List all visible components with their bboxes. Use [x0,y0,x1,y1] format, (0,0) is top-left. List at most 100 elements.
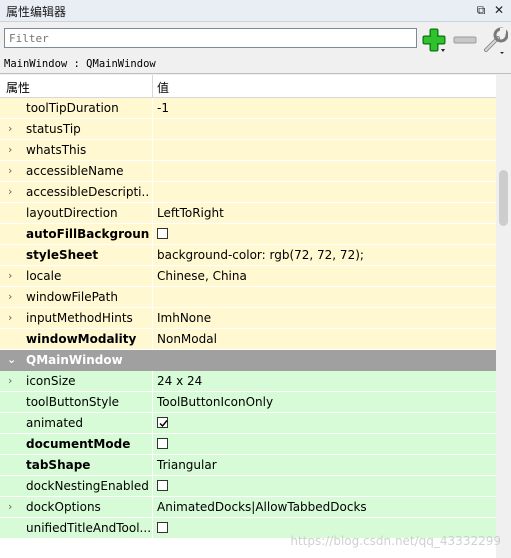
property-row[interactable]: › accessibleDescripti... [0,182,496,203]
column-divider [152,455,153,476]
property-row[interactable]: › windowFilePath [0,287,496,308]
wrench-icon [484,27,509,54]
remove-property-button[interactable] [452,27,478,53]
column-divider [152,98,153,119]
column-divider [152,476,153,497]
property-row[interactable]: › locale Chinese, China [0,266,496,287]
object-class-label: MainWindow : QMainWindow [0,56,511,74]
expand-chevron-icon[interactable]: › [8,311,18,325]
property-checkbox[interactable] [157,417,168,428]
property-name: windowFilePath [26,290,118,304]
property-row[interactable]: › iconSize 24 x 24 [0,371,496,392]
property-value[interactable]: Chinese, China [157,269,247,283]
property-group-header[interactable]: ⌄ QMainWindow [0,350,496,371]
property-name: styleSheet [26,248,99,262]
expand-chevron-icon[interactable]: › [8,269,18,283]
property-name: toolButtonStyle [26,395,120,409]
property-value[interactable]: background-color: rgb(72, 72, 72); [157,248,364,262]
property-row[interactable]: › inputMethodHints ImhNone [0,308,496,329]
dock-title: 属性编辑器 [6,5,67,19]
property-name: toolTipDuration [26,101,119,115]
collapse-chevron-icon[interactable]: ⌄ [7,353,16,366]
property-name: iconSize [26,374,76,388]
property-value[interactable]: LeftToRight [157,206,224,220]
expand-chevron-icon[interactable]: › [8,290,18,304]
property-name: documentMode [26,437,131,451]
property-value[interactable]: AnimatedDocks|AllowTabbedDocks [157,500,367,514]
column-divider [152,392,153,413]
column-divider [152,140,153,161]
expand-chevron-icon[interactable]: › [8,500,18,514]
column-divider [152,119,153,140]
header-value[interactable]: 值 [157,79,169,96]
property-row[interactable]: styleSheet background-color: rgb(72, 72, … [0,245,496,266]
property-name: inputMethodHints [26,311,133,325]
column-divider [152,182,153,203]
vertical-scrollbar[interactable] [496,75,511,558]
property-row[interactable]: dockNestingEnabled [0,476,496,497]
property-name: animated [26,416,84,430]
add-property-button[interactable] [421,27,447,53]
expand-chevron-icon[interactable]: › [8,122,18,136]
expand-chevron-icon[interactable]: › [8,164,18,178]
property-row[interactable]: tabShape Triangular [0,455,496,476]
column-divider [152,518,153,539]
property-checkbox[interactable] [157,522,168,533]
property-value[interactable]: ToolButtonIconOnly [157,395,273,409]
property-name: dockNestingEnabled [26,479,149,493]
float-button[interactable]: ⧉ [474,3,488,17]
property-row[interactable]: toolTipDuration -1 [0,98,496,119]
expand-chevron-icon[interactable]: › [8,374,18,388]
filter-input[interactable] [4,28,417,48]
property-row[interactable]: › accessibleName [0,161,496,182]
header-property[interactable]: 属性 [6,79,30,96]
dropdown-arrow-icon [441,49,445,52]
group-name: QMainWindow [26,353,123,367]
property-row[interactable]: windowModality NonModal [0,329,496,350]
column-divider [152,308,153,329]
column-divider [152,371,153,392]
property-value[interactable]: ImhNone [157,311,211,325]
property-checkbox[interactable] [157,438,168,449]
property-row[interactable]: autoFillBackground [0,224,496,245]
property-value[interactable]: Triangular [157,458,217,472]
property-value[interactable]: NonModal [157,332,217,346]
property-table[interactable]: 属性 值 toolTipDuration -1 › statusTip › whatsTh… [0,75,496,558]
expand-chevron-icon[interactable]: › [8,143,18,157]
property-value[interactable]: 24 x 24 [157,374,202,388]
minus-icon [453,36,477,44]
column-divider [152,203,153,224]
table-header: 属性 值 [0,75,496,98]
column-divider [152,329,153,350]
property-checkbox[interactable] [157,480,168,491]
property-value[interactable]: -1 [157,101,169,115]
expand-chevron-icon[interactable]: › [8,185,18,199]
property-row[interactable]: toolButtonStyle ToolButtonIconOnly [0,392,496,413]
property-name: tabShape [26,458,91,472]
property-row[interactable]: › dockOptions AnimatedDocks|AllowTabbedDoc… [0,497,496,518]
property-name: unifiedTitleAndTool... [26,521,150,535]
configure-button[interactable] [482,26,509,54]
property-name: accessibleDescripti... [26,185,150,199]
property-name: statusTip [26,122,81,136]
property-row[interactable]: documentMode [0,434,496,455]
property-row[interactable]: animated [0,413,496,434]
property-name: layoutDirection [26,206,118,220]
property-row[interactable]: › statusTip [0,119,496,140]
property-row[interactable]: layoutDirection LeftToRight [0,203,496,224]
checkmark-icon [159,420,168,428]
column-divider [152,434,153,455]
dock-title-bar: 属性编辑器 ⧉ ✕ [0,0,511,22]
property-checkbox[interactable] [157,228,168,239]
plus-icon [422,28,446,52]
property-row[interactable]: › whatsThis [0,140,496,161]
property-name: dockOptions [26,500,101,514]
scrollbar-thumb[interactable] [499,170,508,226]
column-divider [152,413,153,434]
close-button[interactable]: ✕ [492,3,506,17]
dropdown-arrow-icon [500,52,504,54]
watermark: https://blog.csdn.net/qq_43332299 [290,534,501,548]
column-divider [152,245,153,266]
column-divider [152,497,153,518]
property-name: autoFillBackground [26,227,150,241]
